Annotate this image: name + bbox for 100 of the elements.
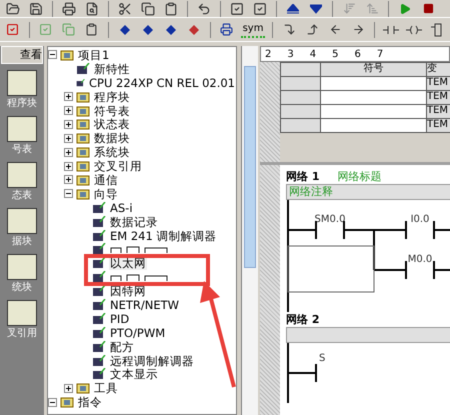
tree-item[interactable]: 新特性 (93, 62, 131, 76)
collapse-icon[interactable] (48, 50, 57, 60)
tree-item[interactable]: 项目1 (77, 48, 110, 62)
item-icon (92, 257, 106, 270)
toolbar-icon[interactable] (60, 0, 78, 16)
tree-item[interactable]: 系统块 (93, 145, 131, 160)
folder-icon (76, 382, 90, 394)
toolbar-icon[interactable] (251, 0, 269, 16)
item-icon (92, 340, 106, 353)
toolbar-icon[interactable] (228, 0, 246, 16)
tree-item[interactable]: 向导 (93, 186, 119, 201)
item-icon (92, 202, 106, 214)
table-cell[interactable] (320, 90, 427, 105)
folder-icon (76, 132, 90, 144)
expand-icon[interactable] (64, 134, 73, 143)
table-cell (280, 76, 321, 91)
network-title: 网络 1 (286, 169, 320, 184)
contact-label: I0.0 (410, 214, 430, 225)
table-cell (280, 118, 321, 133)
tree-item[interactable]: 状态表 (93, 117, 131, 132)
table-header: 符号 (320, 62, 427, 77)
expand-icon[interactable] (64, 106, 73, 115)
item-icon (92, 326, 106, 339)
tree-item[interactable]: 配方 (109, 340, 135, 354)
network-name: 网络标题 (337, 169, 382, 184)
contact-label: M0.0 (408, 254, 432, 265)
scrollbar[interactable] (241, 46, 258, 415)
toolbar-icon[interactable] (4, 0, 22, 16)
tree-item[interactable]: 符号表 (93, 104, 131, 118)
ladder-wire (288, 229, 316, 231)
tree-item[interactable]: PTO/PWM (109, 326, 166, 340)
tree-item[interactable]: 文本显示 (109, 367, 159, 382)
hidden-text-drawing (109, 273, 169, 282)
collapse-icon[interactable] (64, 189, 73, 198)
tree-item[interactable]: NETR/NETW (109, 298, 180, 312)
folder-icon (76, 90, 90, 103)
table-cell[interactable] (320, 118, 427, 133)
collapse-icon[interactable] (48, 398, 57, 407)
item-icon (92, 354, 106, 367)
nav-item[interactable]: 据块 (12, 234, 32, 248)
tree-item[interactable]: 交叉引用 (93, 159, 143, 174)
item-icon (76, 62, 90, 75)
nav-item[interactable]: 程序块 (7, 96, 37, 110)
nav-item[interactable]: 态表 (12, 188, 32, 202)
item-icon (76, 76, 85, 89)
item-icon (92, 216, 106, 228)
toolbar-icon[interactable] (27, 0, 45, 16)
nav-item[interactable]: 叉引用 (7, 326, 37, 340)
table-cell[interactable] (320, 76, 427, 91)
contact-label: S (319, 353, 326, 364)
expand-icon[interactable] (64, 92, 73, 102)
folder-icon (60, 396, 74, 408)
tree-item[interactable]: 程序块 (93, 90, 131, 104)
tree-item[interactable]: 数据块 (93, 131, 131, 146)
expand-icon[interactable] (64, 162, 73, 171)
folder-icon (76, 174, 90, 186)
tree-item[interactable]: CPU 224XP CN REL 02.01 (88, 76, 236, 90)
tree-item[interactable]: 因特网 (109, 284, 147, 298)
nav-item[interactable]: 号表 (12, 142, 32, 156)
folder-icon (76, 188, 90, 200)
nav-item[interactable]: 统块 (12, 280, 32, 294)
expand-icon[interactable] (64, 120, 73, 129)
item-icon (92, 230, 106, 242)
table-header (280, 62, 321, 77)
ladder-wire (434, 269, 450, 271)
folder-icon (76, 104, 90, 116)
tree-item[interactable]: 远程调制解调器 (109, 354, 195, 368)
nav-item-icon[interactable] (7, 116, 37, 142)
table-cell: TEM (426, 90, 450, 105)
contact-symbol (405, 261, 435, 279)
folder-icon (76, 118, 90, 130)
tree-item[interactable]: AS-i (109, 200, 134, 215)
table-cell: TEM (426, 118, 450, 133)
ladder-wire (288, 372, 316, 374)
folder-icon (76, 160, 90, 172)
expand-icon[interactable] (64, 175, 73, 184)
item-icon (92, 285, 106, 298)
contact-symbol (315, 221, 345, 239)
nav-item-icon[interactable] (7, 162, 37, 188)
table-cell[interactable] (320, 104, 427, 119)
tree-item[interactable]: 指令 (77, 395, 103, 410)
contact-label: SM0.0 (314, 214, 346, 225)
tree-item[interactable]: 数据记录 (109, 214, 159, 229)
nav-header: 查看 (1, 46, 43, 64)
contact-symbol (405, 221, 435, 239)
nav-item-icon[interactable] (7, 70, 37, 96)
tree-item[interactable]: 工具 (93, 381, 119, 396)
toolbar-icon[interactable] (139, 0, 157, 16)
tree-item[interactable]: 通信 (93, 172, 119, 187)
nav-item-icon[interactable] (7, 254, 37, 280)
ruler: 2 3 4 5 6 7 (260, 46, 450, 62)
nav-item-icon[interactable] (7, 300, 37, 326)
folder-icon (60, 48, 74, 61)
item-icon (92, 298, 106, 311)
tree-item[interactable]: PID (109, 312, 130, 326)
tree-item[interactable]: EM 241 调制解调器 (109, 228, 218, 243)
expand-icon[interactable] (64, 384, 73, 393)
nav-item-icon[interactable] (7, 208, 37, 234)
symbol-button[interactable]: sym (240, 22, 266, 38)
expand-icon[interactable] (64, 148, 73, 157)
